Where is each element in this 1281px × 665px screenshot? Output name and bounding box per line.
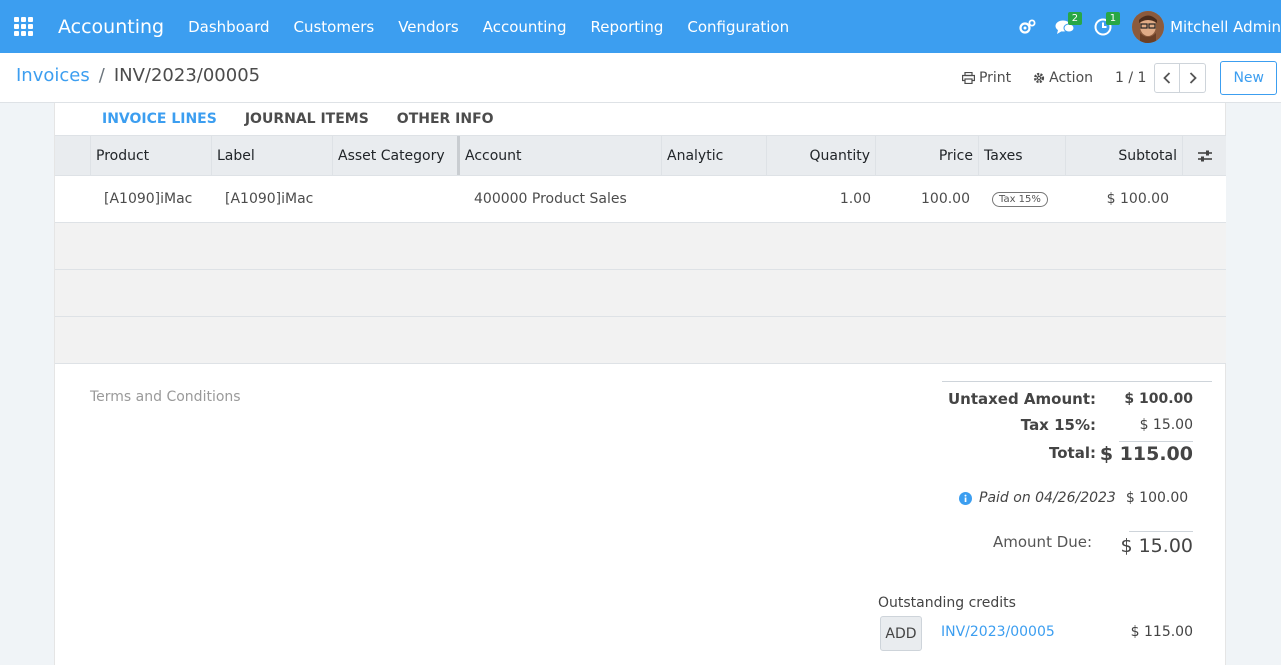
header-label[interactable]: Label: [212, 136, 333, 175]
menu-reporting[interactable]: Reporting: [578, 0, 675, 53]
cell-product[interactable]: [A1090]iMac: [91, 176, 212, 222]
apps-menu-icon[interactable]: [0, 0, 46, 53]
tab-invoice-lines[interactable]: INVOICE LINES: [89, 103, 231, 135]
cell-subtotal: $ 100.00: [1106, 191, 1169, 207]
invoice-lines-table: Product Label Asset Category Account Ana…: [55, 135, 1226, 364]
breadcrumb: Invoices / INV/2023/00005: [16, 65, 260, 86]
header-account[interactable]: Account: [460, 136, 662, 175]
header-quantity[interactable]: Quantity: [767, 136, 876, 175]
messages-icon[interactable]: 2: [1046, 0, 1084, 53]
app-brand[interactable]: Accounting: [58, 16, 164, 38]
cell-label[interactable]: [A1090]iMac: [212, 176, 333, 222]
optional-columns-toggle[interactable]: [1183, 136, 1226, 175]
tab-other-info[interactable]: OTHER INFO: [383, 103, 508, 135]
tax-label: Tax 15%:: [1020, 416, 1096, 434]
action-button[interactable]: Action: [1033, 70, 1093, 86]
control-panel: Invoices / INV/2023/00005 Print Action 1…: [0, 53, 1281, 103]
total-value: $ 115.00: [1099, 443, 1193, 465]
table-header: Product Label Asset Category Account Ana…: [55, 135, 1226, 176]
chevron-right-icon: [1189, 72, 1197, 84]
amount-due-value: $ 15.00: [1120, 535, 1193, 557]
totals-divider: [942, 381, 1212, 382]
info-icon[interactable]: [959, 491, 972, 505]
total-label: Total:: [1049, 444, 1096, 462]
outstanding-credits-label: Outstanding credits: [878, 595, 1016, 611]
terms-conditions-field[interactable]: Terms and Conditions: [90, 389, 241, 405]
menu-configuration[interactable]: Configuration: [675, 0, 801, 53]
tax-value: $ 15.00: [1139, 417, 1193, 433]
paid-amount: $ 100.00: [1125, 490, 1189, 506]
pager-previous-button[interactable]: [1154, 63, 1181, 93]
cell-taxes[interactable]: Tax 15%: [982, 176, 1069, 222]
menu-customers[interactable]: Customers: [282, 0, 387, 53]
user-avatar[interactable]: [1132, 10, 1165, 43]
top-navbar: Accounting Dashboard Customers Vendors A…: [0, 0, 1281, 53]
cell-account[interactable]: 400000 Product Sales: [460, 176, 665, 222]
header-handle: [55, 136, 91, 175]
chevron-left-icon: [1163, 72, 1171, 84]
menu-dashboard[interactable]: Dashboard: [176, 0, 281, 53]
total-divider: [1119, 441, 1193, 442]
activities-clock-icon[interactable]: 1: [1084, 0, 1122, 53]
menu-vendors[interactable]: Vendors: [386, 0, 471, 53]
paid-on-text: Paid on 04/26/2023: [979, 490, 1116, 506]
amount-due-label: Amount Due:: [993, 533, 1093, 551]
debug-gears-icon[interactable]: [1008, 0, 1046, 53]
header-subtotal[interactable]: Subtotal: [1066, 136, 1183, 175]
tax-tag: Tax 15%: [992, 191, 1048, 207]
untaxed-amount-label: Untaxed Amount:: [947, 390, 1096, 408]
header-product[interactable]: Product: [91, 136, 212, 175]
table-row-empty[interactable]: [55, 223, 1226, 270]
gear-icon: [1034, 72, 1045, 84]
untaxed-amount-value: $ 100.00: [1124, 391, 1193, 407]
breadcrumb-current: INV/2023/00005: [113, 65, 261, 86]
credit-amount: $ 115.00: [1130, 624, 1193, 640]
credit-invoice-link[interactable]: INV/2023/00005: [941, 624, 1055, 640]
messages-badge: 2: [1067, 12, 1083, 25]
header-analytic[interactable]: Analytic: [662, 136, 767, 175]
cell-analytic[interactable]: [665, 176, 770, 222]
notebook-tabs: INVOICE LINES JOURNAL ITEMS OTHER INFO: [55, 103, 1225, 135]
cell-asset-category[interactable]: [333, 176, 460, 222]
print-button[interactable]: Print: [961, 70, 1012, 86]
tab-journal-items[interactable]: JOURNAL ITEMS: [231, 103, 383, 135]
amount-due-divider: [1129, 531, 1193, 532]
add-credit-button[interactable]: ADD: [880, 616, 922, 651]
user-name[interactable]: Mitchell Admin: [1170, 18, 1281, 36]
form-sheet: INVOICE LINES JOURNAL ITEMS OTHER INFO P…: [54, 103, 1226, 665]
breadcrumb-separator: /: [98, 65, 105, 86]
table-row-empty[interactable]: [55, 270, 1226, 317]
sliders-icon: [1197, 150, 1212, 161]
pager-value[interactable]: 1 / 1: [1115, 70, 1146, 86]
action-label: Action: [1049, 70, 1094, 86]
print-icon: [961, 72, 975, 84]
new-button[interactable]: New: [1220, 61, 1277, 95]
header-asset-category[interactable]: Asset Category: [333, 136, 460, 175]
print-label: Print: [978, 70, 1012, 86]
header-price[interactable]: Price: [876, 136, 979, 175]
payment-line: Paid on 04/26/2023 $ 100.00: [959, 490, 1188, 506]
table-row[interactable]: [A1090]iMac [A1090]iMac 400000 Product S…: [55, 176, 1226, 223]
cell-quantity[interactable]: 1.00: [770, 176, 879, 222]
pager-next-button[interactable]: [1180, 63, 1207, 93]
breadcrumb-invoices-link[interactable]: Invoices: [16, 65, 90, 86]
activities-badge: 1: [1105, 12, 1121, 25]
header-taxes[interactable]: Taxes: [979, 136, 1066, 175]
cell-price[interactable]: 100.00: [879, 176, 982, 222]
menu-accounting[interactable]: Accounting: [471, 0, 579, 53]
table-row-empty[interactable]: [55, 317, 1226, 364]
